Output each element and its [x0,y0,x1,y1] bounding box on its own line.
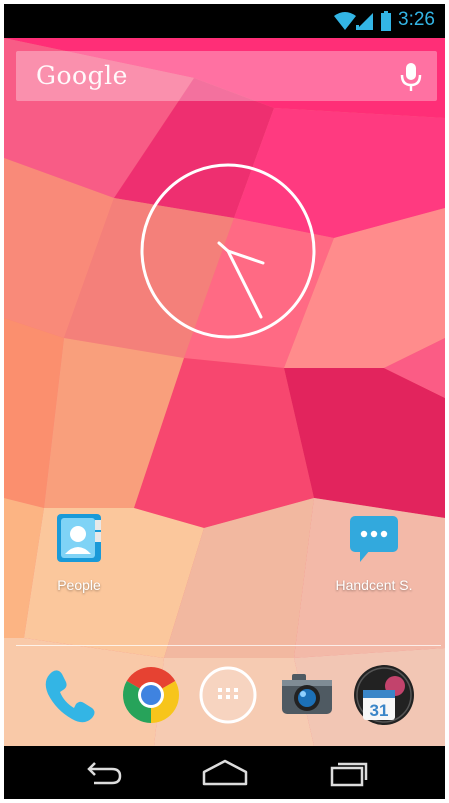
messaging-icon [350,516,398,562]
app-handcent[interactable]: Handcent S. [324,510,424,593]
contacts-icon [57,514,101,562]
dock-divider [16,645,441,646]
phone-screen: 3:26 Google People Handcent S. 31 [4,4,445,799]
app-label-people: People [57,577,101,593]
status-time: 3:26 [398,9,435,30]
chrome-icon[interactable] [120,664,182,726]
camera-icon[interactable] [276,664,338,726]
recents-icon[interactable] [324,758,374,788]
back-icon[interactable] [76,758,126,788]
mic-icon[interactable] [399,61,423,93]
wifi-icon [334,12,356,30]
wallpaper-pattern [4,38,445,746]
app-people[interactable]: People [29,510,129,593]
google-search-bar[interactable]: Google [16,51,437,101]
signal-icon [356,13,373,30]
phone-icon[interactable] [38,664,100,726]
battery-icon [381,11,391,31]
app-label-handcent: Handcent S. [335,577,413,593]
google-logo: Google [36,61,128,90]
analog-clock-widget[interactable] [139,162,317,340]
home-icon[interactable] [200,758,250,788]
all-apps-icon[interactable] [197,664,259,726]
calendar-folder-icon[interactable]: 31 [353,664,415,726]
wallpaper [4,38,445,746]
navigation-bar [4,746,445,799]
status-bar: 3:26 [4,4,445,38]
calendar-day: 31 [370,701,389,720]
